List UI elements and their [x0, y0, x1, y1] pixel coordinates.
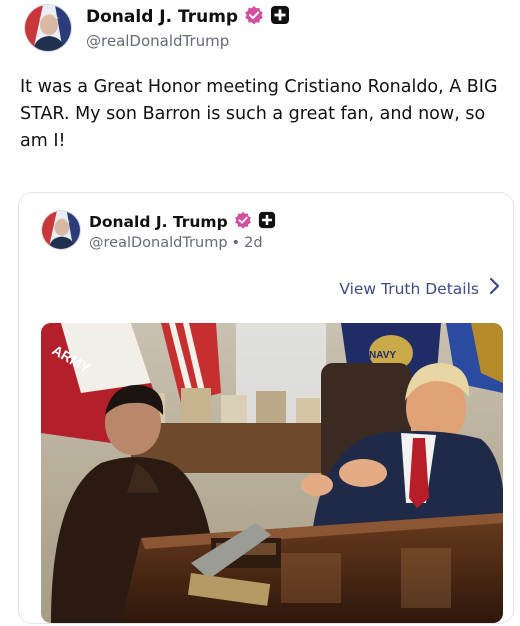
truth-post: Donald J. Trump @realDonaldTrump It was …: [0, 0, 520, 626]
quoted-author-name-row: Donald J. Trump: [89, 211, 276, 233]
flag-text-navy: NAVY: [369, 350, 396, 361]
verified-badge-icon: [244, 5, 264, 29]
quoted-author-meta: @realDonaldTrump • 2d: [89, 235, 263, 251]
verified-badge-icon: [234, 211, 252, 233]
author-handle[interactable]: @realDonaldTrump: [86, 32, 229, 50]
quoted-post-photo[interactable]: ARMY NAVY: [41, 323, 503, 623]
view-truth-details-link[interactable]: View Truth Details: [339, 277, 501, 300]
plus-badge-icon: [258, 211, 276, 233]
avatar-portrait-image: [25, 5, 71, 51]
quoted-author-avatar[interactable]: [41, 210, 81, 250]
author-name-row: Donald J. Trump: [86, 6, 290, 28]
chevron-right-icon: [489, 277, 501, 300]
quoted-author-name[interactable]: Donald J. Trump: [89, 213, 228, 231]
view-truth-details-label: View Truth Details: [339, 279, 479, 298]
quoted-post-age[interactable]: 2d: [244, 235, 262, 251]
plus-badge-icon: [270, 5, 290, 29]
avatar-portrait-image: [42, 211, 80, 249]
separator-dot: •: [231, 235, 241, 251]
post-text: It was a Great Honor meeting Cristiano R…: [20, 77, 498, 151]
oval-office-photo-image: ARMY NAVY: [41, 323, 503, 623]
quoted-truth-card[interactable]: Donald J. Trump @realDonaldTrump • 2d View…: [18, 192, 514, 624]
author-name[interactable]: Donald J. Trump: [86, 7, 238, 27]
author-avatar[interactable]: [24, 4, 72, 52]
quoted-author-handle[interactable]: @realDonaldTrump: [89, 235, 228, 251]
